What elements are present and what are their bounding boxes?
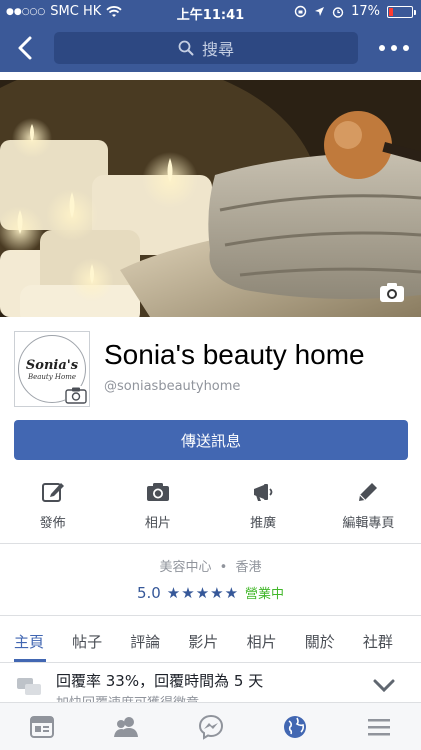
page-title: Sonia's beauty home [104, 339, 365, 370]
friends-icon [114, 716, 139, 737]
chevron-down-icon[interactable] [373, 678, 395, 694]
wifi-icon [106, 5, 122, 17]
status-left: ●●○○○ SMC HK [6, 4, 122, 19]
globe-icon [283, 715, 306, 738]
action-promote-label: 推廣 [250, 516, 277, 531]
tab-posts[interactable]: 帖子 [72, 622, 130, 662]
page-actions: 發佈 相片 推廣 編輯專頁 [0, 470, 421, 542]
pencil-icon [359, 483, 378, 501]
avatar[interactable]: Sonia's Beauty Home [14, 331, 90, 407]
tab-videos[interactable]: 影片 [188, 622, 246, 662]
action-post-label: 發佈 [39, 516, 66, 531]
response-rate-card[interactable]: 回覆率 33%，回覆時間為 5 天 加快回覆速度可獲得徽章 [0, 668, 421, 704]
page-info: 美容中心 • 香港 5.0 ★★★★★ 營業中 [0, 548, 421, 614]
menu-icon [367, 718, 390, 735]
battery-fill [389, 7, 393, 16]
signal-strength: ●●○○○ [6, 6, 46, 17]
chat-bubbles-icon [17, 678, 41, 695]
megaphone-icon [254, 484, 273, 501]
status-right: 17% [294, 4, 416, 19]
separator-dot: • [219, 560, 228, 575]
search-input[interactable]: 搜尋 [54, 32, 358, 64]
tab-community[interactable]: 社群 [363, 622, 421, 662]
tab-notifications[interactable] [253, 703, 337, 750]
more-options-icon[interactable] [379, 38, 409, 58]
location-icon [315, 7, 325, 16]
tab-about[interactable]: 關於 [305, 622, 363, 662]
rating-stars: ★★★★★ [166, 583, 240, 602]
avatar-camera-icon[interactable] [65, 386, 87, 404]
action-photos[interactable]: 相片 [105, 470, 210, 542]
action-promote[interactable]: 推廣 [211, 470, 316, 542]
location-label[interactable]: 香港 [235, 560, 261, 575]
category-location: 美容中心 • 香港 [0, 556, 421, 575]
tab-menu[interactable] [337, 703, 421, 750]
tab-friends[interactable] [84, 703, 168, 750]
avatar-subtitle: Beauty Home [27, 372, 77, 381]
cover-photo[interactable] [0, 80, 421, 317]
action-edit-page[interactable]: 編輯專頁 [316, 470, 421, 542]
tab-news-feed[interactable] [0, 703, 84, 750]
page-username: @soniasbeautyhome [104, 379, 241, 394]
rating-value: 5.0 [136, 583, 161, 602]
search-icon [178, 40, 194, 56]
page-tabs: 主頁 帖子 評論 影片 相片 關於 社群 [0, 622, 421, 662]
send-message-button[interactable]: 傳送訊息 [14, 420, 408, 460]
nav-bar: 搜尋 [0, 24, 421, 72]
tab-home[interactable]: 主頁 [14, 622, 72, 662]
action-post[interactable]: 發佈 [0, 470, 105, 542]
rating-row[interactable]: 5.0 ★★★★★ 營業中 [0, 583, 421, 603]
news-feed-icon [30, 715, 55, 738]
avatar-title: Sonia's [25, 357, 79, 373]
divider [0, 662, 421, 663]
messenger-icon [198, 714, 223, 740]
category-label[interactable]: 美容中心 [160, 560, 212, 575]
action-edit-label: 編輯專頁 [342, 516, 395, 531]
compose-icon [41, 483, 64, 502]
action-photos-label: 相片 [144, 516, 171, 531]
camera-icon [146, 483, 169, 501]
carrier-label: SMC HK [50, 4, 102, 19]
search-placeholder: 搜尋 [201, 40, 234, 59]
back-arrow-icon[interactable] [12, 34, 40, 62]
battery-icon [387, 5, 416, 18]
alarm-icon [332, 6, 344, 18]
divider [0, 543, 421, 544]
response-rate-text: 回覆率 33%，回覆時間為 5 天 [56, 672, 264, 690]
tab-reviews[interactable]: 評論 [130, 622, 188, 662]
tab-photos[interactable]: 相片 [247, 622, 305, 662]
tab-messenger[interactable] [168, 703, 252, 750]
battery-percent: 17% [351, 4, 380, 19]
status-bar: ●●○○○ SMC HK 上午11:41 17% [0, 0, 421, 24]
open-status: 營業中 [245, 587, 285, 602]
profile-header: Sonia's Beauty Home Sonia's beauty home … [0, 317, 421, 415]
bottom-tab-bar [0, 702, 421, 750]
cover-camera-icon[interactable] [379, 281, 405, 303]
cover-image [0, 80, 421, 317]
rotation-lock-icon [294, 5, 307, 18]
divider [0, 615, 421, 616]
